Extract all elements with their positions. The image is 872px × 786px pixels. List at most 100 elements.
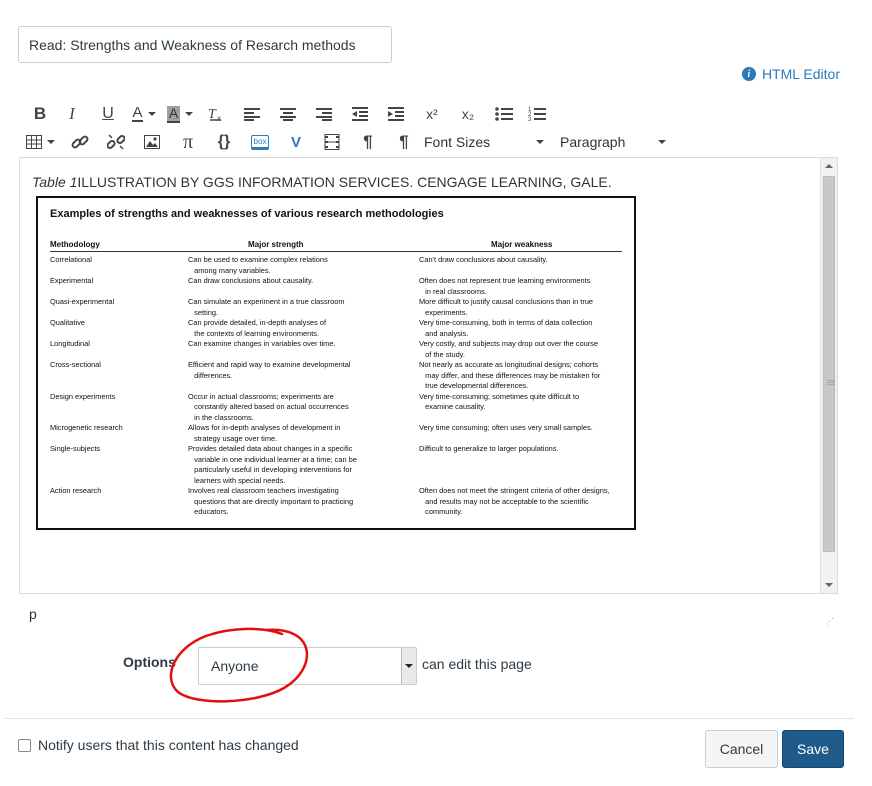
chevron-down-icon bbox=[47, 140, 55, 144]
table-cell-strength: Efficient and rapid way to examine devel… bbox=[188, 360, 351, 380]
chevron-down-icon bbox=[185, 112, 194, 116]
table-cell-strength: Allows for in-depth analyses of developm… bbox=[188, 423, 341, 443]
chevron-down-icon bbox=[536, 140, 544, 144]
research-methods-table-image[interactable]: Examples of strengths and weaknesses of … bbox=[36, 196, 636, 530]
table-cell-methodology: Design experiments bbox=[50, 391, 116, 401]
image-icon[interactable] bbox=[134, 135, 170, 149]
table-cell-strength: Can draw conclusions about causality. bbox=[188, 276, 314, 285]
numbered-list-icon[interactable]: 123 bbox=[522, 106, 552, 122]
table-cell-weakness: Often does not meet the stringent criter… bbox=[419, 486, 610, 516]
link-icon[interactable] bbox=[62, 133, 98, 151]
math-icon[interactable]: π bbox=[170, 131, 206, 154]
chevron-down-icon bbox=[658, 140, 666, 144]
table-cell-weakness: Can't draw conclusions about causality. bbox=[419, 255, 548, 264]
font-sizes-dropdown[interactable]: Font Sizes bbox=[424, 134, 544, 150]
table-header-weakness: Major weakness bbox=[491, 240, 553, 249]
paragraph-label: Paragraph bbox=[560, 134, 626, 150]
outdent-icon[interactable] bbox=[342, 107, 378, 121]
table-cell-weakness: Very time consuming; often uses very sma… bbox=[419, 423, 593, 432]
chevron-down-icon bbox=[147, 112, 156, 116]
svg-text:x: x bbox=[217, 114, 221, 122]
indent-icon[interactable] bbox=[378, 107, 414, 121]
ltr-icon[interactable]: ¶ bbox=[350, 132, 386, 152]
embed-icon[interactable]: {} bbox=[206, 133, 242, 151]
svg-text:3: 3 bbox=[528, 117, 532, 122]
table-header-strength: Major strength bbox=[248, 240, 304, 249]
bold-icon[interactable]: B bbox=[26, 104, 54, 124]
paragraph-dropdown[interactable]: Paragraph bbox=[560, 134, 666, 150]
table-cell-strength: Provides detailed data about changes in … bbox=[188, 444, 357, 485]
table-cell-weakness: Very costly, and subjects may drop out o… bbox=[419, 339, 598, 359]
table-cell-strength: Can simulate an experiment in a true cla… bbox=[188, 297, 345, 317]
table-cell-weakness: Very time-consuming, both in terms of da… bbox=[419, 318, 593, 338]
bullet-list-icon[interactable] bbox=[486, 107, 522, 121]
table-cell-methodology: Microgenetic research bbox=[50, 423, 123, 432]
can-edit-label: can edit this page bbox=[422, 656, 532, 672]
scroll-down-icon[interactable] bbox=[825, 583, 833, 587]
media-v-icon[interactable]: V bbox=[278, 134, 314, 151]
html-editor-link[interactable]: i HTML Editor bbox=[741, 65, 840, 83]
footer-divider bbox=[4, 718, 854, 719]
table-cell-strength: Occur in actual classrooms; experiments … bbox=[188, 391, 349, 422]
table-icon bbox=[26, 135, 42, 149]
scrollbar-thumb[interactable]: — — — bbox=[823, 176, 835, 552]
table-cell-methodology: Action research bbox=[50, 486, 102, 495]
table-cell-weakness: Difficult to generalize to larger popula… bbox=[419, 444, 559, 453]
table-cell-strength: Can provide detailed, in-depth analyses … bbox=[188, 318, 327, 338]
table-cell-strength: Can examine changes in variables over ti… bbox=[188, 339, 336, 348]
table-cell-weakness: More difficult to justify causal conclus… bbox=[419, 297, 594, 317]
italic-icon[interactable]: I bbox=[54, 104, 90, 124]
html-editor-label: HTML Editor bbox=[761, 66, 840, 82]
font-sizes-label: Font Sizes bbox=[424, 134, 491, 150]
select-arrow-button[interactable] bbox=[401, 648, 416, 684]
toolbar-row-2: π {} box V ¶ ¶ Font Sizes Paragraph bbox=[26, 129, 666, 155]
align-right-icon[interactable] bbox=[306, 107, 342, 121]
table-cell-methodology: Cross-sectional bbox=[50, 360, 101, 369]
red-annotation-circle bbox=[169, 627, 309, 703]
superscript-icon[interactable]: x² bbox=[414, 106, 450, 122]
table-cell-methodology: Quasi-experimental bbox=[50, 297, 115, 306]
table-cell-methodology: Longitudinal bbox=[50, 339, 90, 348]
table-cell-methodology: Qualitative bbox=[50, 318, 85, 327]
save-button[interactable]: Save bbox=[782, 730, 844, 768]
align-left-icon[interactable] bbox=[234, 107, 270, 121]
resize-handle-icon[interactable]: ⋰ bbox=[826, 618, 834, 626]
scroll-grip-icon: — — — bbox=[827, 376, 835, 389]
media-icon[interactable] bbox=[314, 134, 350, 150]
toolbar-row-1: B I U A A Tx x² x₂ 123 bbox=[26, 101, 552, 127]
table-header-rule bbox=[50, 251, 622, 252]
table-image-title: Examples of strengths and weaknesses of … bbox=[50, 208, 444, 220]
table-cell-methodology: Single-subjects bbox=[50, 444, 101, 453]
rtl-icon[interactable]: ¶ bbox=[386, 132, 422, 152]
align-center-icon[interactable] bbox=[270, 107, 306, 121]
text-color-button[interactable]: A bbox=[126, 105, 162, 122]
background-color-icon: A bbox=[166, 104, 181, 123]
notify-label[interactable]: Notify users that this content has chang… bbox=[38, 737, 299, 753]
element-path: p bbox=[29, 606, 37, 622]
editor-scrollbar[interactable]: — — — bbox=[820, 158, 837, 593]
background-color-button[interactable]: A bbox=[162, 104, 198, 123]
table-cell-strength: Can be used to examine complex relations… bbox=[188, 255, 328, 275]
page-title-input[interactable] bbox=[18, 26, 392, 63]
cancel-button[interactable]: Cancel bbox=[705, 730, 778, 768]
unlink-icon[interactable] bbox=[98, 133, 134, 151]
box-icon[interactable]: box bbox=[242, 134, 278, 150]
table-cell-weakness: Often does not represent true learning e… bbox=[419, 276, 591, 296]
table-cell-weakness: Not nearly as accurate as longitudinal d… bbox=[419, 360, 601, 390]
info-icon: i bbox=[741, 67, 756, 81]
notify-checkbox[interactable] bbox=[18, 739, 31, 752]
scroll-up-icon[interactable] bbox=[825, 164, 833, 168]
box-icon-label: box bbox=[250, 134, 270, 150]
subscript-icon[interactable]: x₂ bbox=[450, 106, 486, 122]
underline-icon[interactable]: U bbox=[90, 105, 126, 123]
caption-italic: Table 1 bbox=[32, 174, 78, 190]
chevron-down-icon bbox=[405, 664, 413, 668]
clear-formatting-icon[interactable]: Tx bbox=[198, 106, 234, 122]
rich-content-editor[interactable]: Table 1ILLUSTRATION BY GGS INFORMATION S… bbox=[19, 157, 838, 594]
table-cell-weakness: Very time-consuming; sometimes quite dif… bbox=[419, 391, 580, 412]
table-header-methodology: Methodology bbox=[50, 240, 100, 249]
table-button[interactable] bbox=[26, 135, 62, 149]
table-cell-methodology: Correlational bbox=[50, 255, 92, 264]
table-cell-strength: Involves real classroom teachers investi… bbox=[188, 486, 354, 516]
table-caption: Table 1ILLUSTRATION BY GGS INFORMATION S… bbox=[32, 174, 612, 190]
